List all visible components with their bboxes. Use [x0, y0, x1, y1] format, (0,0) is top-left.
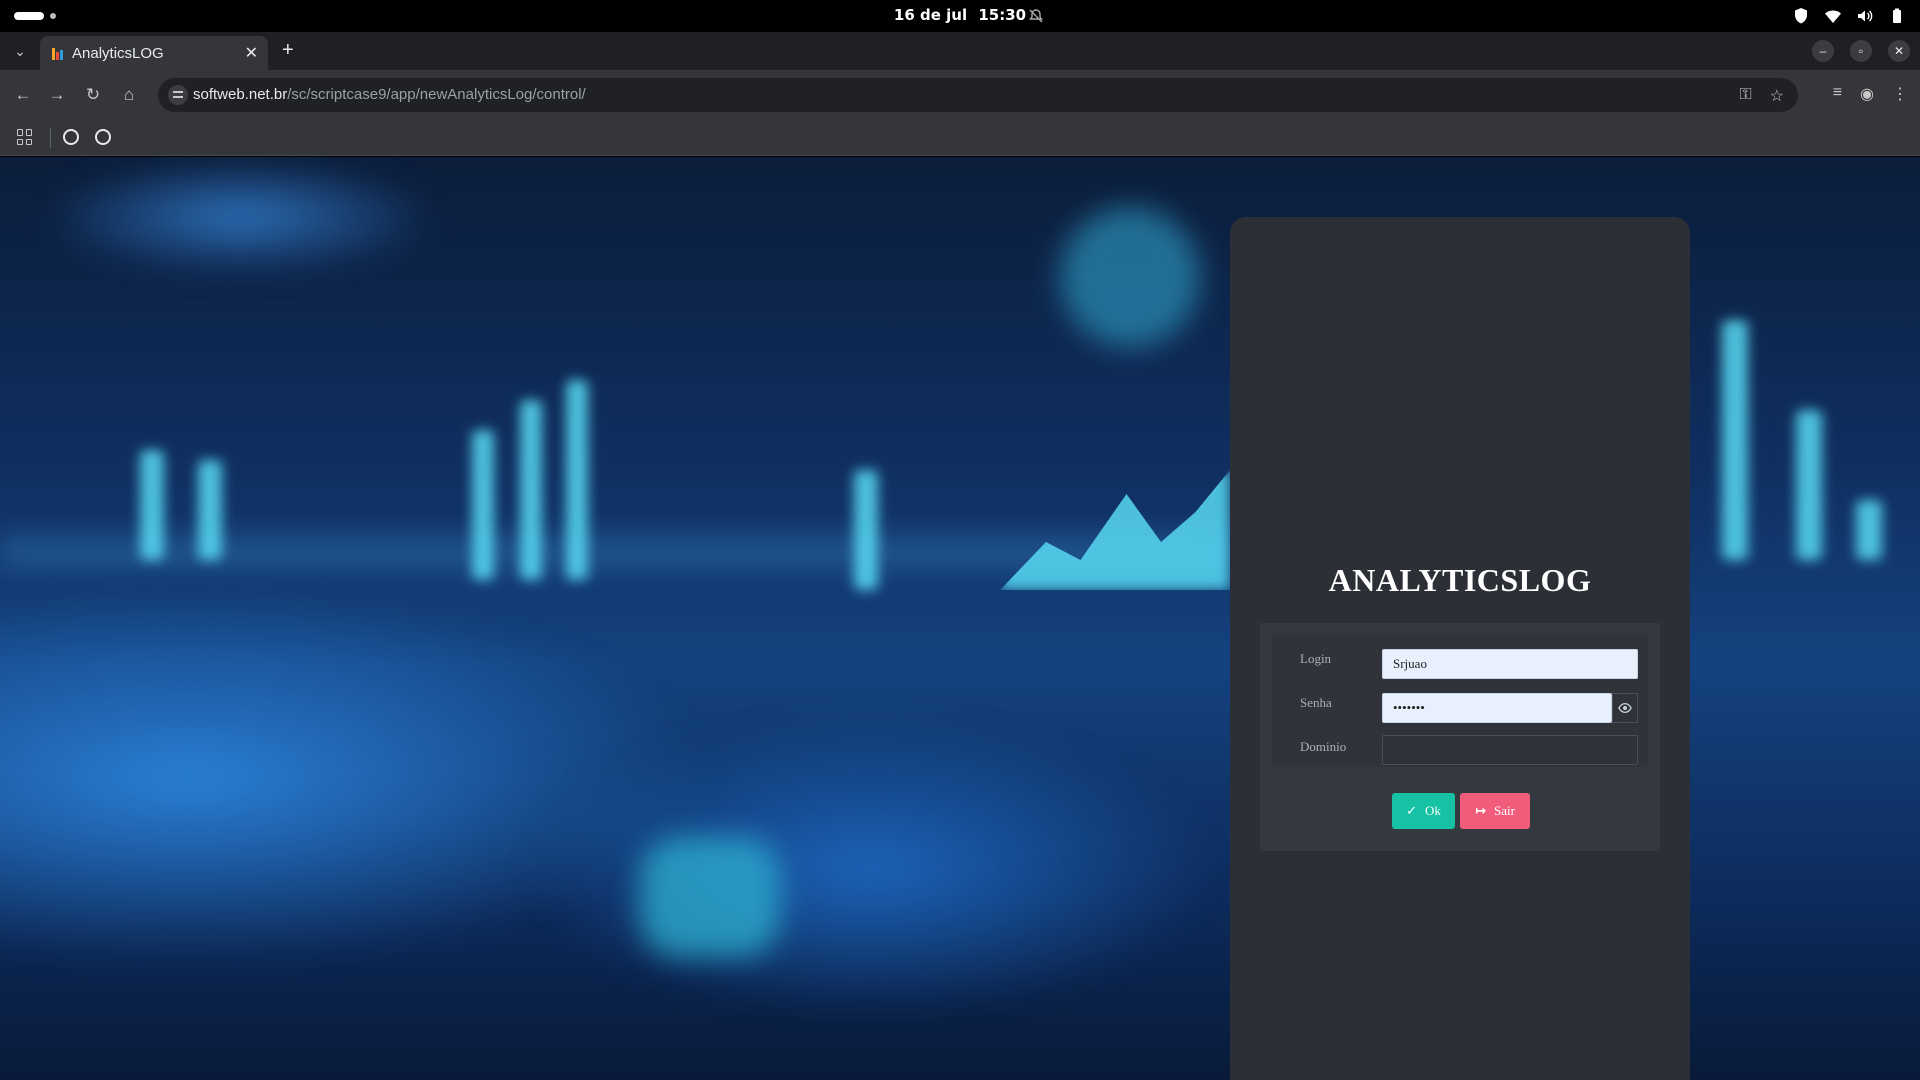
vpn-shield-icon — [1795, 8, 1807, 24]
volume-icon — [1858, 10, 1873, 22]
address-bar-actions: ⚿ ☆ — [1739, 86, 1784, 106]
os-top-bar: 16 de jul 15:30 — [0, 0, 1920, 32]
page-viewport: ANALYTICSLOG Login Senha Dominio ✓ Ok ↦ … — [0, 157, 1920, 1080]
address-bar[interactable]: softweb.net.br/sc/scriptcase9/app/newAna… — [158, 78, 1798, 112]
sign-out-icon: ↦ — [1475, 803, 1486, 819]
menu-kebab-icon[interactable]: ⋮ — [1892, 84, 1908, 104]
bookmark-star-icon[interactable]: ☆ — [1770, 86, 1784, 106]
check-icon: ✓ — [1406, 803, 1417, 819]
dominio-label: Dominio — [1300, 739, 1347, 754]
minimize-icon[interactable]: – — [1812, 40, 1834, 62]
media-controls-icon[interactable]: ≡ — [1833, 84, 1842, 104]
url-host: softweb.net.br — [193, 86, 288, 103]
app-title: ANALYTICSLOG — [1328, 562, 1592, 598]
sair-button-label: Sair — [1493, 803, 1515, 818]
browser-tab-active[interactable]: AnalyticsLOG ✕ — [40, 36, 268, 70]
url-text[interactable]: softweb.net.br/sc/scriptcase9/app/newAna… — [193, 86, 586, 103]
battery-icon — [1893, 8, 1901, 23]
back-arrow-icon[interactable]: ← — [12, 84, 34, 106]
browser-toolbar: ← → ↻ ⌂ softweb.net.br/sc/scriptcase9/ap… — [0, 70, 1920, 120]
show-password-eye-icon[interactable] — [1612, 693, 1638, 723]
site-info-icon[interactable] — [168, 85, 188, 105]
ok-button-label: Ok — [1425, 803, 1441, 818]
bookmark-globe-icon[interactable] — [63, 129, 79, 145]
url-path: /sc/scriptcase9/app/newAnalyticsLog/cont… — [287, 86, 586, 103]
window-controls: – ▫ ✕ — [1812, 40, 1910, 62]
password-key-icon[interactable]: ⚿ — [1739, 86, 1751, 106]
tab-title: AnalyticsLOG — [72, 45, 164, 62]
dominio-input[interactable] — [1382, 735, 1638, 765]
new-tab-button[interactable]: + — [282, 40, 294, 60]
bookmarks-bar — [0, 120, 1920, 156]
notifications-muted-icon — [1029, 9, 1043, 23]
tab-search-icon[interactable]: ⌄ — [8, 40, 32, 62]
login-card: ANALYTICSLOG Login Senha Dominio ✓ Ok ↦ … — [1230, 217, 1690, 1080]
maximize-icon[interactable]: ▫ — [1850, 40, 1872, 62]
login-fields-area: Login Senha Dominio — [1272, 633, 1648, 767]
close-tab-icon[interactable]: ✕ — [245, 43, 258, 63]
home-icon[interactable]: ⌂ — [118, 84, 140, 106]
system-date: 16 de jul — [893, 6, 968, 24]
analytics-favicon-icon — [52, 48, 64, 60]
wifi-icon — [1825, 10, 1841, 23]
bookmarks-divider — [50, 128, 51, 148]
login-input[interactable] — [1382, 649, 1638, 679]
system-tray[interactable] — [1792, 7, 1906, 25]
login-form: Login Senha Dominio ✓ Ok ↦ Sair — [1260, 623, 1660, 851]
toolbar-right-actions: ≡ ◉ ⋮ — [1833, 84, 1908, 104]
senha-input[interactable] — [1382, 693, 1612, 723]
close-window-icon[interactable]: ✕ — [1888, 40, 1910, 62]
system-time: 15:30 — [978, 6, 1027, 24]
browser-tabstrip: ⌄ AnalyticsLOG ✕ + – ▫ ✕ — [0, 32, 1920, 70]
profile-icon[interactable]: ◉ — [1860, 84, 1874, 104]
system-clock[interactable]: 16 de jul 15:30 — [0, 6, 1920, 24]
reload-icon[interactable]: ↻ — [82, 84, 104, 106]
bookmark-globe-icon[interactable] — [95, 129, 111, 145]
forward-arrow-icon[interactable]: → — [46, 84, 68, 106]
ok-button[interactable]: ✓ Ok — [1392, 793, 1455, 829]
senha-label: Senha — [1300, 695, 1332, 710]
sair-button[interactable]: ↦ Sair — [1460, 793, 1530, 829]
apps-grid-icon[interactable] — [17, 129, 33, 145]
login-label: Login — [1300, 651, 1332, 666]
